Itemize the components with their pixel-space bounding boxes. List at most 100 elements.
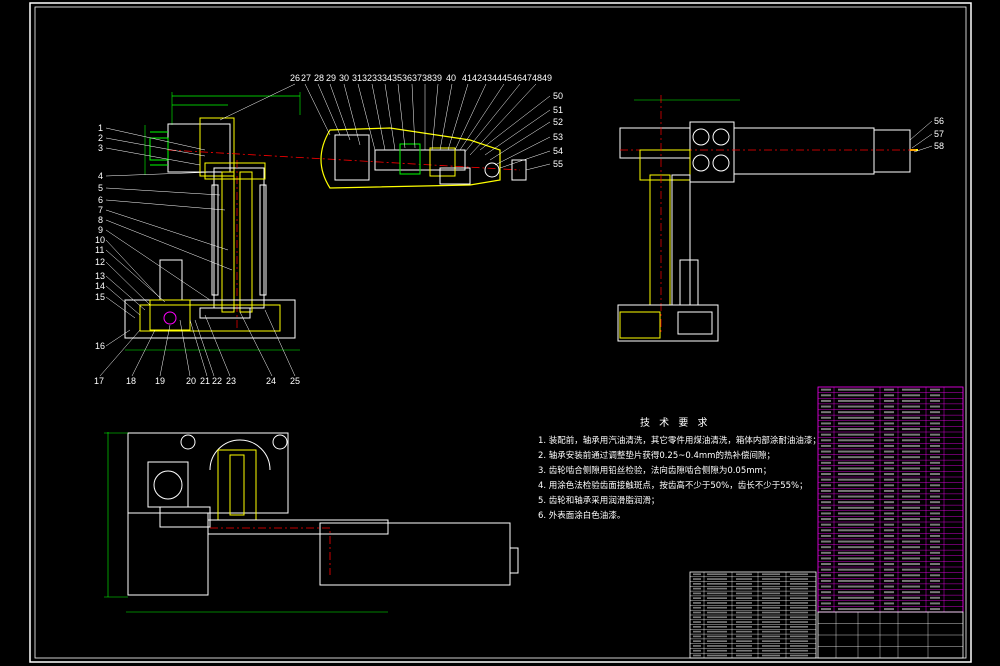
illegible-cell-text: [762, 582, 780, 585]
illegible-cell-text: [821, 608, 831, 611]
part-label: 56: [934, 116, 944, 126]
illegible-cell-text: [790, 621, 808, 623]
illegible-cell-text: [736, 611, 752, 614]
front-view-labels-bottom: 17 18 19 20 21 22 23 24 25: [94, 376, 300, 386]
illegible-cell-text: [693, 635, 701, 638]
illegible-cell-text: [930, 433, 940, 436]
illegible-cell-text: [736, 640, 752, 642]
illegible-cell-text: [762, 654, 780, 657]
illegible-cell-text: [693, 582, 701, 585]
illegible-cell-text: [821, 456, 831, 459]
illegible-cell-text: [693, 611, 701, 614]
illegible-cell-text: [693, 616, 701, 619]
part-label: 31: [352, 73, 362, 83]
illegible-cell-text: [930, 591, 940, 594]
illegible-cell-text: [884, 523, 894, 526]
top-view: [104, 432, 519, 613]
illegible-cell-text: [902, 579, 920, 582]
part-label: 36: [402, 73, 412, 83]
illegible-cell-text: [736, 597, 752, 599]
illegible-cell-text: [821, 574, 831, 577]
illegible-cell-text: [838, 489, 874, 492]
illegible-cell-text: [707, 606, 727, 609]
side-view-labels: 56 57 58: [934, 116, 944, 151]
illegible-cell-text: [884, 399, 894, 402]
illegible-cell-text: [930, 568, 940, 571]
part-label: 12: [95, 257, 105, 267]
illegible-cell-text: [884, 540, 894, 543]
part-label: 47: [522, 73, 532, 83]
illegible-cell-text: [902, 405, 920, 408]
illegible-cell-text: [762, 611, 780, 614]
illegible-cell-text: [902, 534, 920, 537]
illegible-cell-text: [838, 495, 874, 498]
illegible-cell-text: [884, 461, 894, 464]
illegible-cell-text: [693, 621, 701, 623]
part-label: 50: [553, 91, 563, 101]
part-label: 30: [339, 73, 349, 83]
illegible-cell-text: [902, 416, 920, 419]
part-label: 40: [446, 73, 456, 83]
part-label: 54: [553, 146, 563, 156]
illegible-cell-text: [902, 546, 920, 549]
illegible-cell-text: [838, 602, 874, 605]
front-view: [124, 92, 527, 351]
illegible-cell-text: [930, 546, 940, 549]
illegible-cell-text: [930, 439, 940, 442]
illegible-cell-text: [902, 602, 920, 605]
illegible-cell-text: [884, 563, 894, 566]
illegible-cell-text: [838, 450, 874, 453]
part-label: 10: [95, 235, 105, 245]
illegible-cell-text: [736, 592, 752, 595]
illegible-cell-text: [838, 433, 874, 436]
illegible-cell-text: [884, 585, 894, 588]
illegible-cell-text: [707, 654, 727, 657]
illegible-cell-text: [821, 405, 831, 408]
illegible-cell-text: [902, 591, 920, 594]
illegible-cell-text: [884, 411, 894, 414]
illegible-cell-text: [930, 461, 940, 464]
part-label: 45: [502, 73, 512, 83]
part-label: 38: [422, 73, 432, 83]
illegible-cell-text: [736, 654, 752, 657]
illegible-cell-text: [736, 606, 752, 609]
illegible-cell-text: [838, 608, 874, 611]
illegible-cell-text: [762, 621, 780, 623]
illegible-cell-text: [707, 630, 727, 633]
illegible-cell-text: [762, 635, 780, 638]
illegible-cell-text: [736, 602, 752, 604]
illegible-cell-text: [902, 574, 920, 577]
illegible-cell-text: [884, 405, 894, 408]
note-item: 3. 齿轮啮合侧隙用铅丝检验，法向齿隙啮合侧隙为0.05mm；: [538, 465, 771, 476]
illegible-cell-text: [838, 478, 874, 481]
illegible-cell-text: [838, 405, 874, 408]
illegible-cell-text: [884, 608, 894, 611]
illegible-cell-text: [707, 578, 727, 580]
part-label: 44: [492, 73, 502, 83]
illegible-cell-text: [707, 582, 727, 585]
illegible-cell-text: [930, 416, 940, 419]
illegible-cell-text: [838, 591, 874, 594]
illegible-cell-text: [790, 654, 808, 657]
illegible-cell-text: [821, 461, 831, 464]
illegible-cell-text: [707, 592, 727, 595]
illegible-cell-text: [707, 611, 727, 614]
illegible-cell-text: [902, 523, 920, 526]
illegible-cell-text: [790, 635, 808, 638]
illegible-cell-text: [790, 573, 808, 576]
part-label: 13: [95, 271, 105, 281]
illegible-cell-text: [707, 616, 727, 619]
illegible-cell-text: [838, 394, 874, 397]
illegible-cell-text: [884, 473, 894, 476]
illegible-cell-text: [902, 568, 920, 571]
illegible-cell-text: [821, 439, 831, 442]
illegible-cell-text: [884, 518, 894, 521]
illegible-cell-text: [838, 461, 874, 464]
note-item: 6. 外表面涂白色油漆。: [538, 510, 625, 521]
illegible-cell-text: [707, 602, 727, 604]
part-label: 41: [462, 73, 472, 83]
part-label: 8: [98, 215, 103, 225]
illegible-cell-text: [790, 611, 808, 614]
illegible-cell-text: [790, 578, 808, 580]
illegible-cell-text: [736, 616, 752, 619]
